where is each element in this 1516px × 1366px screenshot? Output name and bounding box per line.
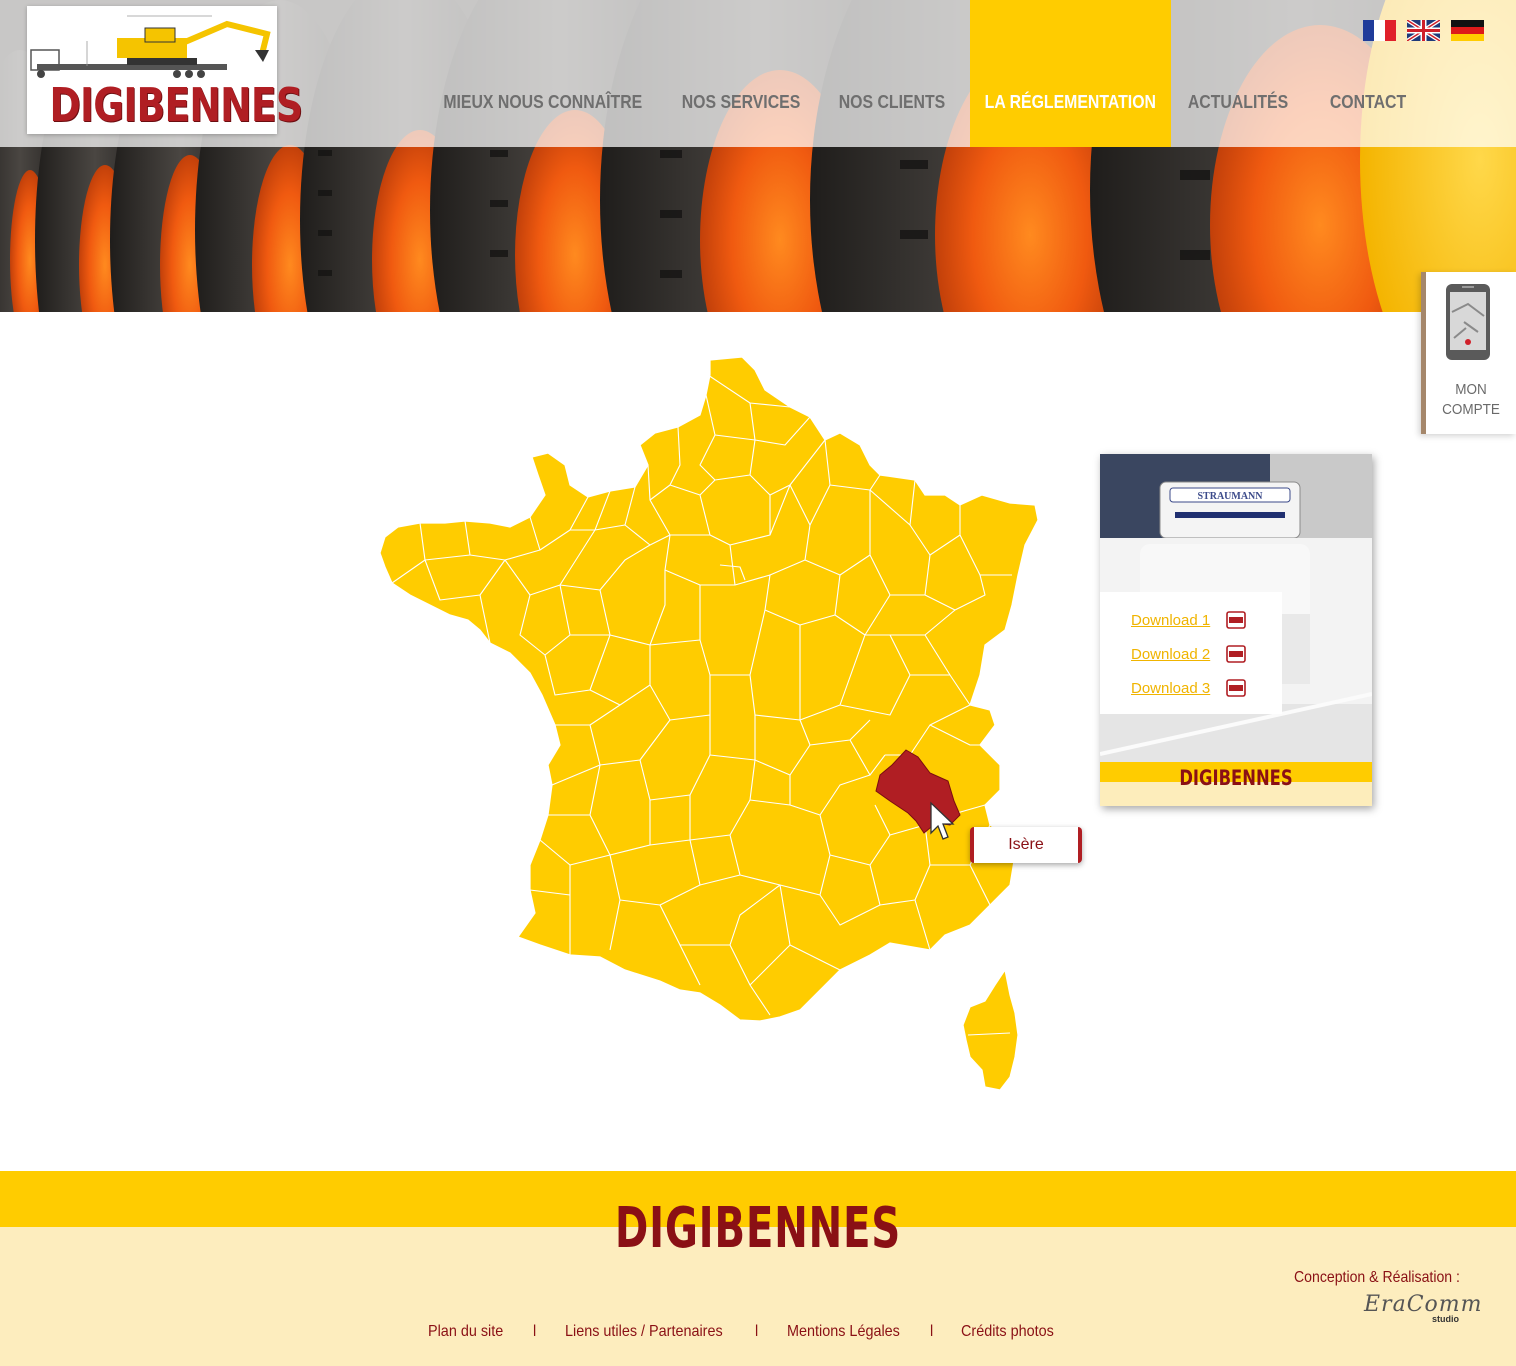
account-label-line2: COMPTE (1442, 401, 1500, 418)
downloads-card: STRAUMANN Download 1 Download 2 Download… (1100, 454, 1372, 806)
pdf-icon[interactable] (1226, 645, 1246, 663)
footer-link-plan-du-site[interactable]: Plan du site (428, 1323, 503, 1341)
flag-uk-icon[interactable] (1407, 20, 1440, 41)
footer-separator: l (755, 1323, 759, 1340)
nav-item-nos-services[interactable]: NOS SERVICES (680, 0, 801, 147)
footer-separator: l (930, 1323, 934, 1340)
pdf-icon[interactable] (1226, 611, 1246, 629)
account-button[interactable]: MON COMPTE (1421, 272, 1516, 434)
nav-item-la-reglementation[interactable]: LA RÉGLEMENTATION (970, 0, 1171, 147)
card-brand: DIGIBENNES (1179, 766, 1293, 790)
download-link-3[interactable]: Download 3 (1131, 680, 1210, 697)
nav-item-actualites[interactable]: ACTUALITÉS (1185, 0, 1291, 147)
france-map (370, 345, 1050, 1105)
footer-brand: DIGIBENNES (614, 1196, 902, 1261)
corsica[interactable] (962, 968, 1019, 1091)
flag-france-icon[interactable] (1363, 20, 1396, 41)
download-link-1[interactable]: Download 1 (1131, 612, 1210, 629)
nav-item-mieux-nous-connaitre[interactable]: MIEUX NOUS CONNAÎTRE (443, 0, 642, 147)
truck-lettering: STRAUMANN (1198, 491, 1264, 502)
account-label: MON COMPTE (1431, 380, 1512, 420)
footer-link-credits-photos[interactable]: Crédits photos (961, 1323, 1054, 1341)
main-nav: MIEUX NOUS CONNAÎTRE NOS SERVICES NOS CL… (0, 0, 1516, 147)
france-departments-map (379, 356, 1039, 1091)
footer-separator: l (533, 1323, 537, 1340)
download-link-2[interactable]: Download 2 (1131, 646, 1210, 663)
footer-link-liens-utiles[interactable]: Liens utiles / Partenaires (565, 1323, 723, 1341)
footer-link-mentions-legales[interactable]: Mentions Légales (787, 1323, 900, 1341)
downloads-list: Download 1 Download 2 Download 3 (1100, 592, 1282, 714)
account-label-line1: MON (1455, 381, 1487, 398)
pdf-icon[interactable] (1226, 679, 1246, 697)
region-tooltip: Isère (970, 827, 1082, 863)
studio-name: EraComm (1364, 1292, 1483, 1317)
credit-label: Conception & Réalisation : (1294, 1269, 1460, 1286)
flag-germany-icon[interactable] (1451, 20, 1484, 41)
mainland-france[interactable] (379, 356, 1039, 1022)
nav-item-label: LA RÉGLEMENTATION (984, 92, 1157, 112)
footer-links: Plan du site l Liens utiles / Partenaire… (0, 1323, 1516, 1347)
nav-item-nos-clients[interactable]: NOS CLIENTS (836, 0, 949, 147)
phone-map-icon (1446, 284, 1490, 360)
